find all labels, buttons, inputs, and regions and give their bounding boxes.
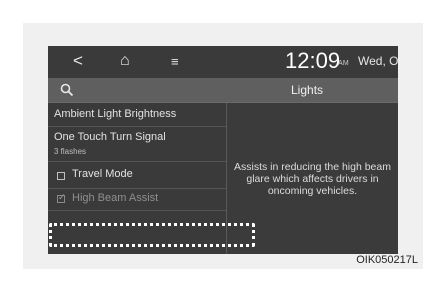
menu-icon[interactable]: ≡ [171, 54, 179, 70]
status-date: Wed, Oc [358, 54, 398, 68]
setting-description: Assists in reducing the high beam glare … [233, 161, 391, 197]
list-item-label: Ambient Light Brightness [54, 108, 177, 120]
list-item-label: One Touch Turn Signal [54, 131, 166, 143]
list-divider [48, 161, 226, 162]
clock-ampm: AM [338, 60, 349, 67]
figure-code: OIK050217L [356, 254, 418, 266]
check-mark-icon: ✓ [58, 192, 66, 202]
clock-time: 12:09 [285, 48, 341, 73]
back-icon[interactable]: < [73, 52, 83, 69]
search-icon[interactable] [60, 83, 74, 97]
checkbox-high-beam-assist[interactable]: ✓ [57, 192, 66, 203]
home-icon[interactable]: ⌂ [120, 53, 130, 69]
list-item-sublabel: 3 flashes [54, 147, 87, 156]
list-divider [48, 126, 226, 127]
checkbox-travel-mode[interactable] [57, 172, 65, 180]
status-bar: < ⌂ ≡ 12:09 AM Wed, Oc [48, 46, 398, 78]
list-divider [48, 188, 226, 189]
page-title: Lights [291, 83, 324, 97]
title-bar: Lights [48, 78, 398, 103]
list-divider [48, 210, 226, 211]
highlight-box [49, 223, 255, 247]
list-item-label: Travel Mode [72, 168, 133, 180]
figure-frame: < ⌂ ≡ 12:09 AM Wed, Oc Lights Ambient Li… [23, 23, 423, 269]
list-item-label: High Beam Assist [72, 192, 159, 204]
